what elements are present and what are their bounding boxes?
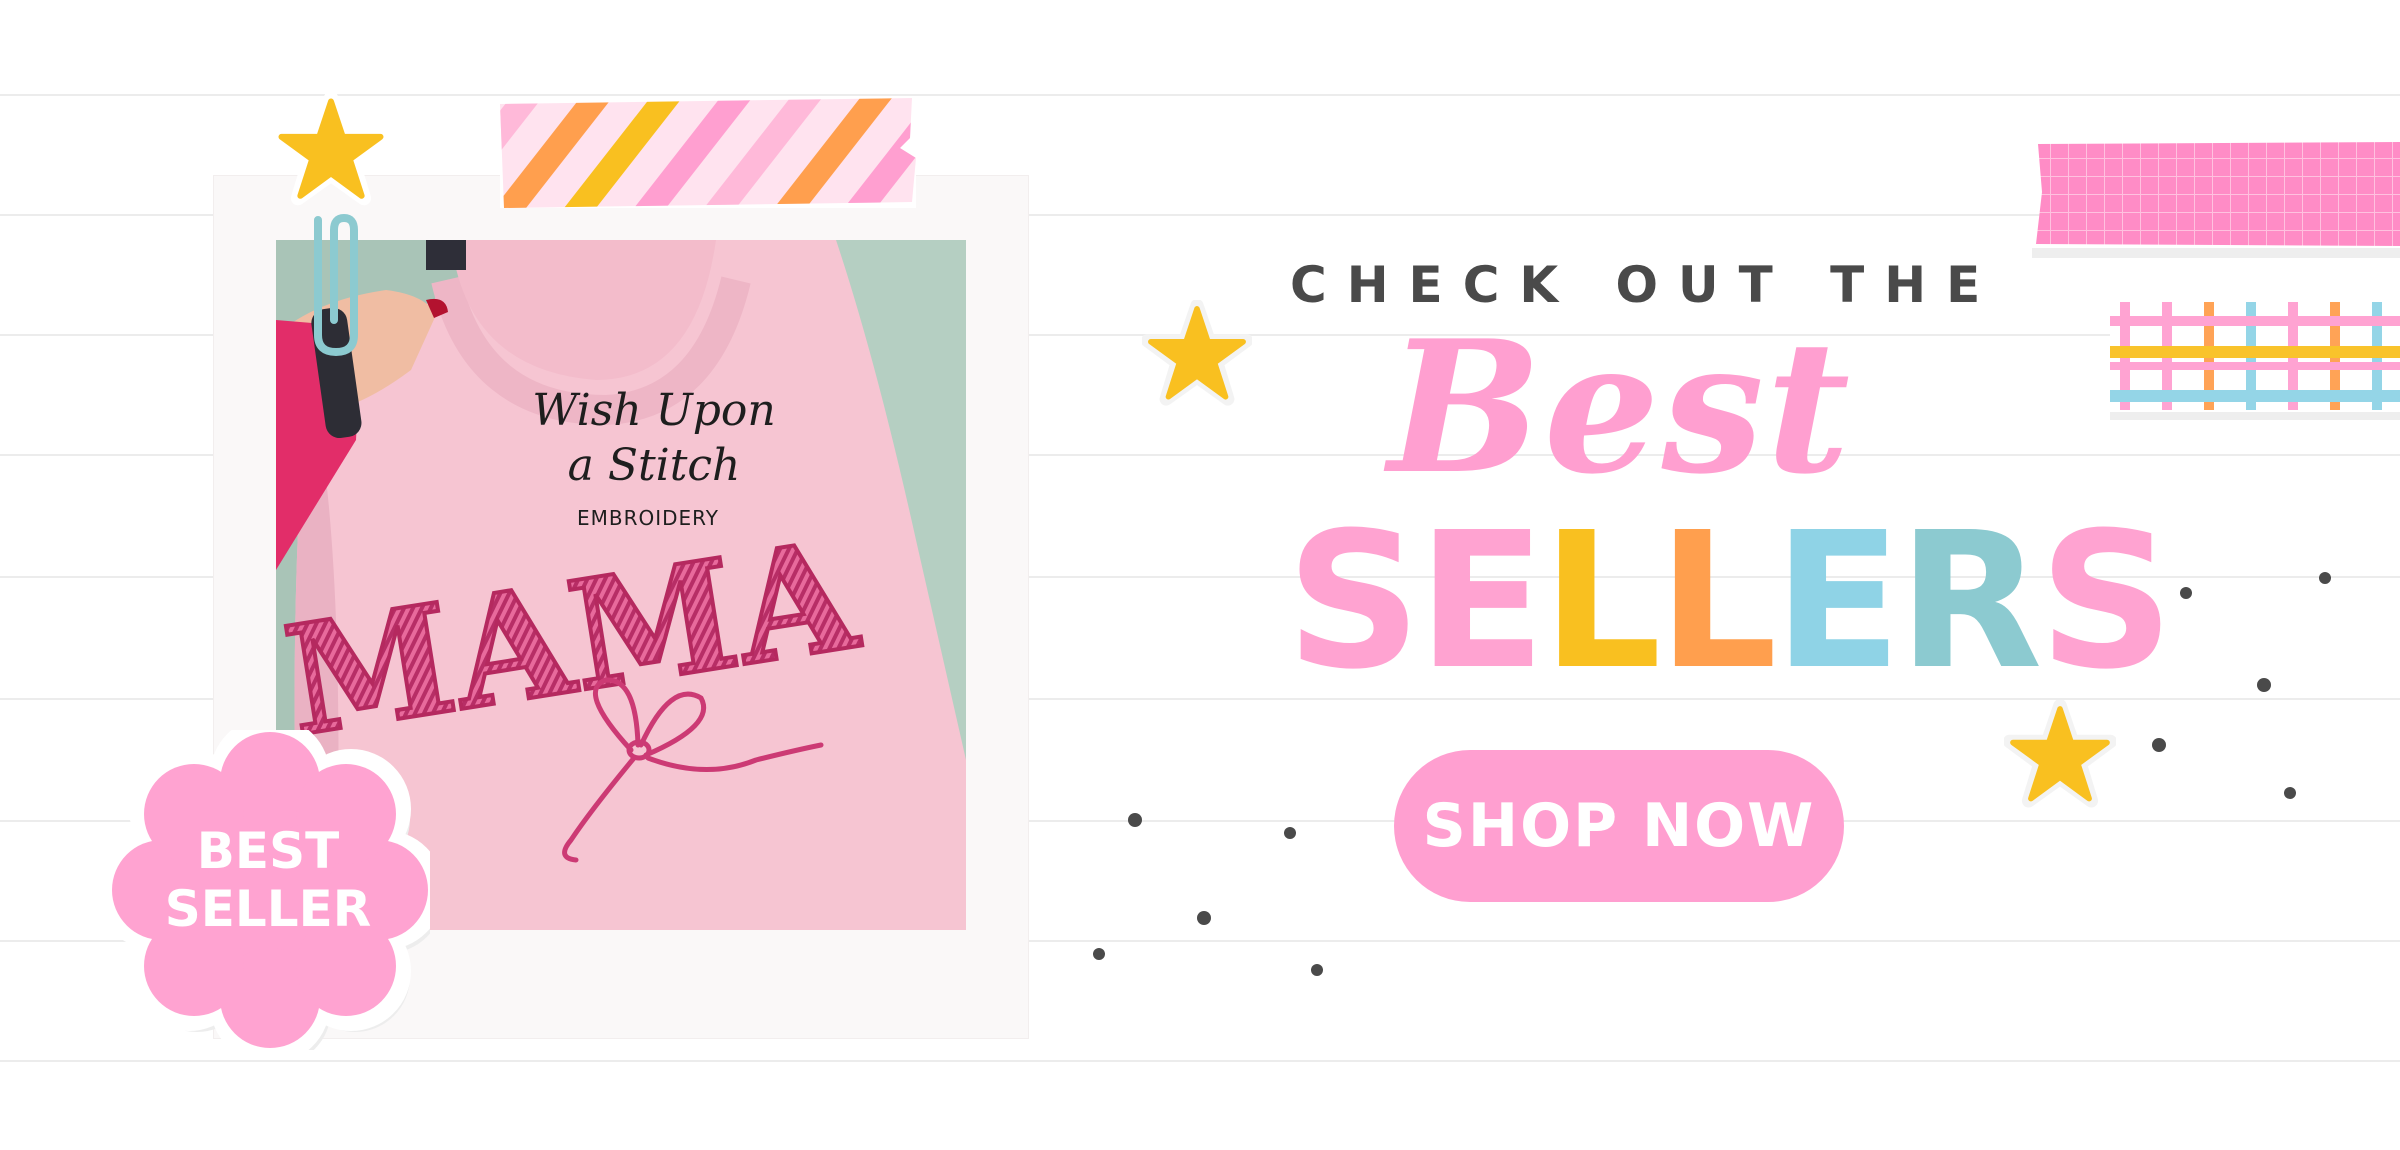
star-icon (272, 92, 390, 206)
headline-letter: S (2038, 492, 2174, 711)
shop-now-button[interactable]: SHOP NOW (1394, 750, 1844, 902)
washi-tape-grid (2032, 142, 2400, 258)
badge-label: BEST SELLER (110, 822, 426, 938)
svg-text:Wish Upon: Wish Upon (532, 385, 776, 436)
headline-sellers: SELLERS (1286, 492, 2174, 711)
headline-letter: L (1541, 492, 1662, 711)
headline-best: Best (1387, 300, 1853, 514)
headline-letter: L (1657, 492, 1778, 711)
headline-letter: R (1897, 492, 2043, 711)
paperclip-icon (314, 213, 358, 357)
washi-tape-stripes (500, 98, 916, 208)
badge-line-2: SELLER (164, 880, 372, 938)
star-icon (1142, 300, 1252, 406)
headline-letter: E (1773, 492, 1901, 711)
headline-letter: S (1286, 492, 1421, 711)
washi-tape-plaid (2110, 302, 2400, 420)
svg-text:EMBROIDERY: EMBROIDERY (577, 506, 719, 530)
svg-text:a Stitch: a Stitch (568, 440, 741, 491)
badge-line-1: BEST (196, 822, 340, 880)
headline-letter: E (1417, 492, 1545, 711)
best-sellers-banner: Wish Upon a Stitch EMBROIDERY MAMA CHECK… (0, 0, 2400, 1150)
star-icon (2004, 700, 2116, 808)
